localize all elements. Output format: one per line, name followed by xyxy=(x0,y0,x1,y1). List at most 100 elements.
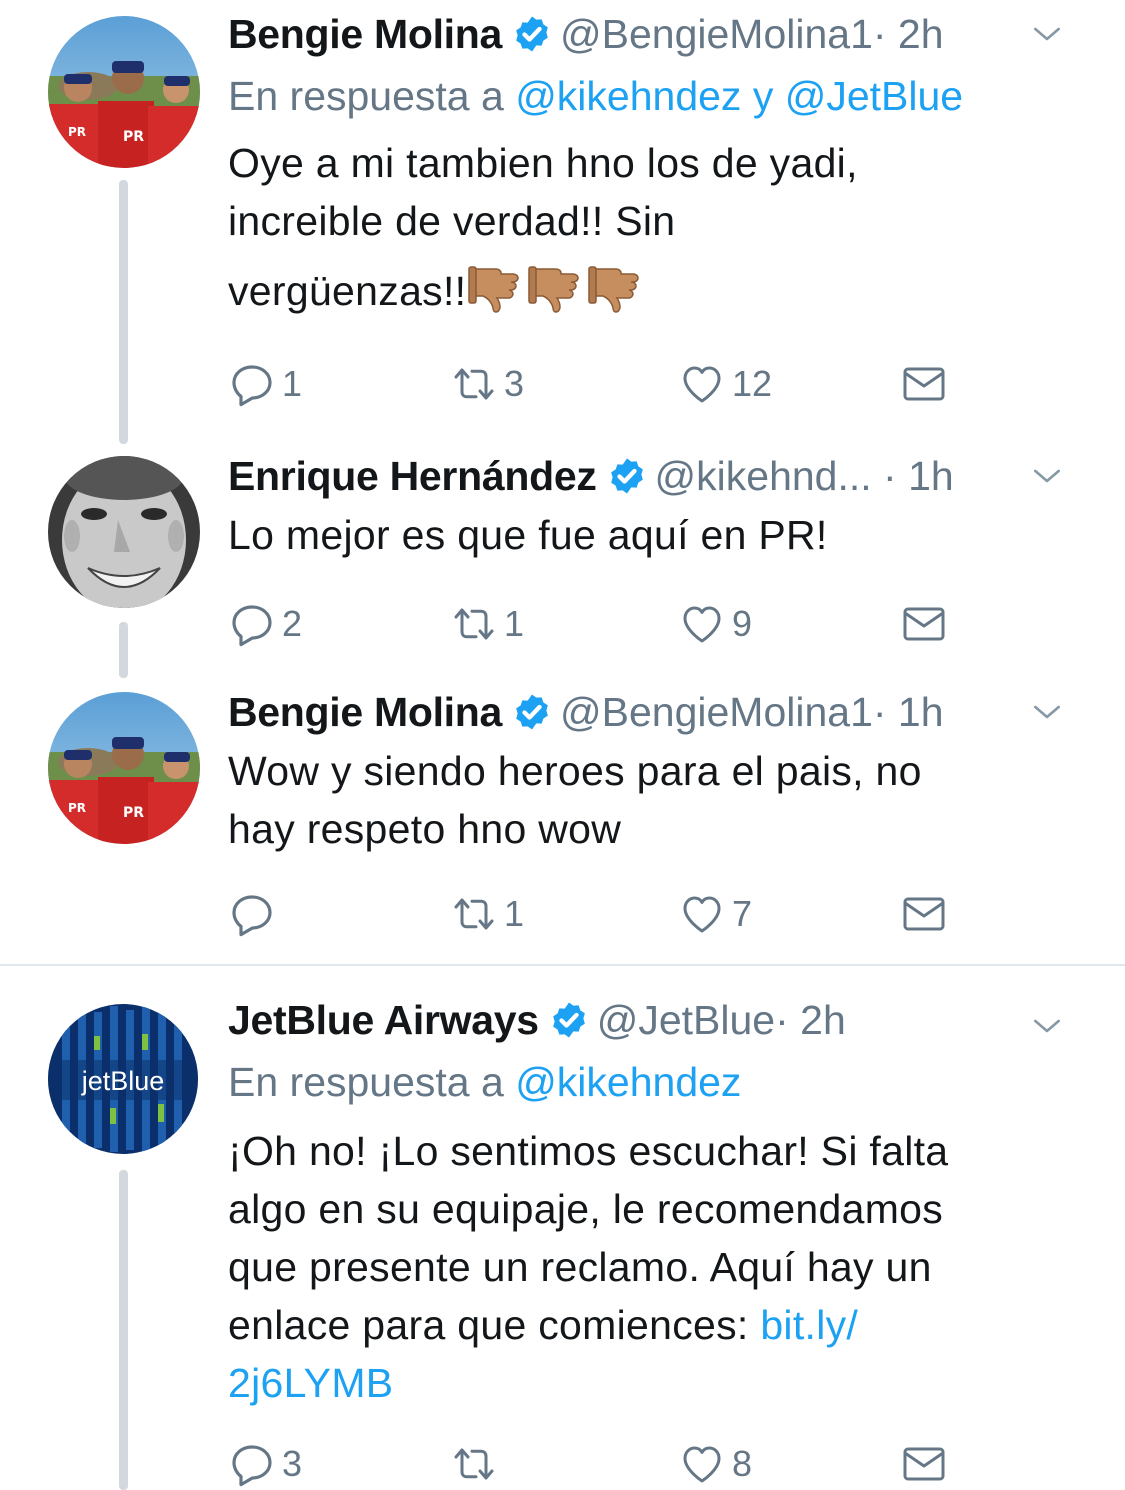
avatar-bengie-molina[interactable]: PR PR xyxy=(48,692,200,844)
tweet-header: Bengie Molina @BengieMolina1· 1h xyxy=(228,686,1085,738)
retweet-count: 1 xyxy=(504,603,525,644)
verified-badge-icon xyxy=(549,1000,589,1040)
text-line-emoji: vergüenzas!! xyxy=(228,262,1068,320)
avatar-bengie-molina[interactable]: PR PR xyxy=(48,16,200,168)
user-handle[interactable]: @JetBlue xyxy=(597,997,775,1043)
display-name[interactable]: Enrique Hernández xyxy=(228,453,597,499)
text-line: ¡Oh no! ¡Lo sentimos escuchar! Si falta xyxy=(228,1128,949,1174)
retweet-button[interactable]: 1 xyxy=(450,598,524,650)
url-link[interactable]: bit.ly/ xyxy=(760,1302,858,1348)
text-line: algo en su equipaje, le recomendamos xyxy=(228,1186,944,1232)
reply-prefix: En respuesta a xyxy=(228,73,516,119)
thread-line xyxy=(119,180,128,444)
tweet-text: Lo mejor es que fue aquí en PR! xyxy=(228,506,1068,564)
reply-button[interactable]: 2 xyxy=(228,598,302,650)
mention-link[interactable]: @JetBlue xyxy=(785,73,963,119)
dm-button[interactable] xyxy=(900,888,948,940)
user-handle[interactable]: @BengieMolina1 xyxy=(560,689,873,735)
like-button[interactable]: 8 xyxy=(678,1438,752,1490)
reply-and: y xyxy=(741,73,785,119)
mention-link[interactable]: @kikehndez xyxy=(515,73,741,119)
chevron-down-icon[interactable] xyxy=(1027,14,1067,54)
retweet-icon xyxy=(450,600,498,648)
tweet-actions: 1 7 xyxy=(228,888,948,940)
retweet-count: 1 xyxy=(504,893,525,934)
like-count: 7 xyxy=(732,893,753,934)
svg-text:PR: PR xyxy=(123,129,144,145)
text-line: Wow y siendo heroes para el pais, no xyxy=(228,748,922,794)
text-line: Oye a mi tambien hno los de yadi, xyxy=(228,140,858,186)
timestamp: · 2h xyxy=(872,11,944,57)
avatar-jetblue[interactable]: jetBlue xyxy=(48,1004,198,1154)
reply-button[interactable]: 3 xyxy=(228,1438,302,1490)
user-handle[interactable]: @BengieMolina1 xyxy=(560,11,873,57)
reply-context: En respuesta a @kikehndez xyxy=(228,1056,741,1108)
tweet-text: Oye a mi tambien hno los de yadi, increi… xyxy=(228,134,1068,320)
tweet-header: Bengie Molina @BengieMolina1· 2h xyxy=(228,8,1085,60)
text-line: hay respeto hno wow xyxy=(228,806,622,852)
thread-line xyxy=(119,622,128,678)
text-line: Lo mejor es que fue aquí en PR! xyxy=(228,512,828,558)
reply-context: En respuesta a @kikehndez y @JetBlue xyxy=(228,70,963,122)
like-button[interactable]: 9 xyxy=(678,598,752,650)
chevron-down-icon[interactable] xyxy=(1027,692,1067,732)
svg-text:PR: PR xyxy=(123,805,144,821)
like-count: 12 xyxy=(732,363,773,404)
retweet-icon xyxy=(450,890,498,938)
text-line: vergüenzas!! xyxy=(228,268,467,314)
thumbs-down-emoji-icon xyxy=(468,263,526,317)
thumbs-down-emoji-icon xyxy=(588,263,646,317)
reply-count: 1 xyxy=(282,363,303,404)
envelope-icon xyxy=(900,600,948,648)
timestamp: · 1h xyxy=(871,453,954,499)
retweet-icon xyxy=(450,1440,498,1488)
chevron-down-icon[interactable] xyxy=(1027,1006,1067,1046)
envelope-icon xyxy=(900,1440,948,1488)
like-count: 9 xyxy=(732,603,753,644)
timestamp: · 1h xyxy=(872,689,944,735)
heart-icon xyxy=(678,600,726,648)
retweet-button[interactable] xyxy=(450,1438,504,1490)
thumbs-down-emoji-icon xyxy=(528,263,586,317)
retweet-button[interactable]: 3 xyxy=(450,358,524,410)
svg-text:PR: PR xyxy=(68,801,86,815)
reply-prefix: En respuesta a xyxy=(228,1059,516,1105)
tweet-text: Wow y siendo heroes para el pais, no hay… xyxy=(228,742,1068,858)
reply-button[interactable]: 1 xyxy=(228,358,302,410)
url-link[interactable]: 2j6LYMB xyxy=(228,1354,1068,1412)
like-button[interactable]: 12 xyxy=(678,358,772,410)
svg-text:PR: PR xyxy=(68,125,86,139)
text-line: increible de verdad!! Sin xyxy=(228,198,676,244)
dm-button[interactable] xyxy=(900,598,948,650)
tweet-header: JetBlue Airways @JetBlue· 2h xyxy=(228,994,1085,1046)
mention-link[interactable]: @kikehndez xyxy=(515,1059,741,1105)
heart-icon xyxy=(678,1440,726,1488)
tweet-actions: 2 1 9 xyxy=(228,598,948,650)
retweet-button[interactable]: 1 xyxy=(450,888,524,940)
display-name[interactable]: JetBlue Airways xyxy=(228,997,539,1043)
reply-icon xyxy=(228,890,276,938)
reply-icon xyxy=(228,1440,276,1488)
like-button[interactable]: 7 xyxy=(678,888,752,940)
tweet-text: ¡Oh no! ¡Lo sentimos escuchar! Si falta … xyxy=(228,1122,1068,1412)
reply-count: 3 xyxy=(282,1443,303,1484)
thread-line xyxy=(119,1170,128,1490)
heart-icon xyxy=(678,360,726,408)
text-line: enlace para que comiences: xyxy=(228,1302,761,1348)
tweet-actions: 1 3 12 xyxy=(228,358,948,410)
envelope-icon xyxy=(900,890,948,938)
dm-button[interactable] xyxy=(900,1438,948,1490)
jetblue-logo-text: jetBlue xyxy=(81,1066,165,1096)
chevron-down-icon[interactable] xyxy=(1027,456,1067,496)
text-line: que presente un reclamo. Aquí hay un xyxy=(228,1244,932,1290)
display-name[interactable]: Bengie Molina xyxy=(228,11,502,57)
reply-button[interactable] xyxy=(228,888,282,940)
user-handle[interactable]: @kikehnd... xyxy=(655,453,872,499)
verified-badge-icon xyxy=(512,14,552,54)
avatar-enrique-hernandez[interactable] xyxy=(48,456,200,608)
envelope-icon xyxy=(900,360,948,408)
tweet-header: Enrique Hernández @kikehnd... · 1h xyxy=(228,450,1085,502)
display-name[interactable]: Bengie Molina xyxy=(228,689,502,735)
dm-button[interactable] xyxy=(900,358,948,410)
heart-icon xyxy=(678,890,726,938)
